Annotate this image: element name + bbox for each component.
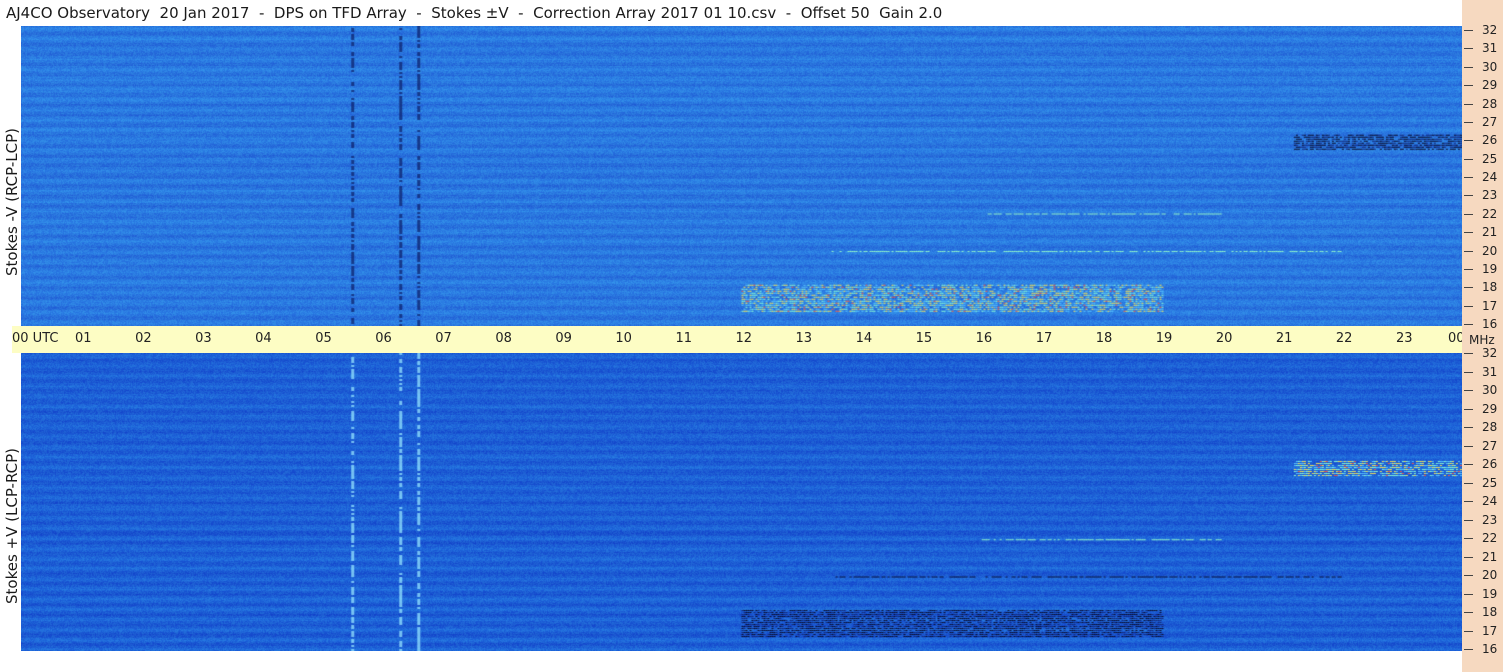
y-tick-label: 23 xyxy=(1482,512,1498,527)
x-tick-label: 04 xyxy=(255,331,272,346)
x-tick-label: 00 UTC xyxy=(12,331,59,346)
y-tick-label: 25 xyxy=(1482,475,1498,490)
y-tick-label: 27 xyxy=(1482,438,1498,453)
y-tick-mark xyxy=(1464,103,1473,105)
y-tick-mark xyxy=(1464,232,1473,234)
frequency-unit-label: MHz xyxy=(1469,333,1495,347)
x-tick-label: 17 xyxy=(1035,331,1053,346)
x-tick-label: 01 xyxy=(75,331,92,346)
y-tick-label: 22 xyxy=(1482,206,1498,221)
y-axis-label-bottom: Stokes +V (LCP-RCP) xyxy=(3,448,21,604)
y-axis-label-top: Stokes -V (RCP-LCP) xyxy=(3,128,21,276)
y-tick-label: 29 xyxy=(1482,78,1498,93)
y-tick-mark xyxy=(1464,445,1473,447)
y-tick-label: 18 xyxy=(1482,605,1498,619)
x-tick-label: 19 xyxy=(1155,331,1173,346)
y-tick-label: 28 xyxy=(1482,420,1498,434)
y-tick-mark xyxy=(1464,427,1473,428)
y-tick-mark xyxy=(1464,593,1473,595)
bottom-margin xyxy=(21,651,1462,672)
y-tick-mark xyxy=(1464,501,1473,502)
y-tick-label: 26 xyxy=(1482,133,1498,148)
chart-title: AJ4CO Observatory 20 Jan 2017 - DPS on T… xyxy=(0,0,1462,26)
x-tick-label: 18 xyxy=(1095,331,1113,346)
y-tick-mark xyxy=(1464,213,1473,215)
y-tick-mark xyxy=(1464,630,1473,632)
y-tick-label: 17 xyxy=(1482,298,1498,313)
y-tick-mark xyxy=(1464,538,1473,539)
y-tick-label: 22 xyxy=(1482,531,1498,545)
y-tick-label: 19 xyxy=(1482,261,1498,276)
y-tick-label: 27 xyxy=(1482,114,1498,129)
x-tick-label: 03 xyxy=(195,331,212,346)
y-tick-mark xyxy=(1464,177,1473,178)
y-tick-mark xyxy=(1464,482,1473,484)
x-tick-label: 05 xyxy=(315,331,332,346)
y-tick-mark xyxy=(1464,390,1473,391)
x-tick-label: 23 xyxy=(1395,331,1413,346)
y-tick-mark xyxy=(1464,612,1473,613)
y-tick-mark xyxy=(1464,324,1473,325)
y-tick-label: 21 xyxy=(1482,225,1498,240)
x-tick-label: 13 xyxy=(795,331,813,346)
y-tick-label: 30 xyxy=(1482,59,1498,74)
y-tick-label: 25 xyxy=(1482,151,1498,166)
y-tick-mark xyxy=(1464,287,1473,289)
y-tick-mark xyxy=(1464,66,1473,68)
x-tick-label: 10 xyxy=(615,331,632,346)
y-tick-mark xyxy=(1464,556,1473,558)
y-tick-label: 16 xyxy=(1482,642,1498,656)
y-tick-mark xyxy=(1464,371,1473,373)
y-tick-label: 31 xyxy=(1482,364,1498,379)
y-tick-mark xyxy=(1464,195,1473,197)
x-tick-label: 11 xyxy=(675,331,692,346)
x-tick-label: 12 xyxy=(735,331,753,346)
y-tick-label: 28 xyxy=(1482,96,1498,111)
x-tick-label: 06 xyxy=(375,331,392,346)
x-tick-label: 02 xyxy=(135,331,152,346)
y-tick-mark xyxy=(1464,30,1473,31)
y-tick-mark xyxy=(1464,121,1473,123)
y-tick-label: 31 xyxy=(1482,41,1498,56)
x-tick-label: 16 xyxy=(975,331,993,346)
y-tick-label: 16 xyxy=(1482,317,1498,331)
y-tick-label: 17 xyxy=(1482,623,1498,638)
y-tick-label: 29 xyxy=(1482,401,1498,416)
x-tick-label: 09 xyxy=(555,331,572,346)
y-tick-label: 20 xyxy=(1482,243,1498,258)
spectrogram-stokes-plus-v xyxy=(21,353,1462,651)
y-tick-label: 30 xyxy=(1482,383,1498,397)
y-tick-mark xyxy=(1464,305,1473,307)
y-tick-label: 32 xyxy=(1482,346,1498,360)
y-tick-mark xyxy=(1464,140,1473,142)
y-tick-mark xyxy=(1464,48,1473,50)
y-tick-mark xyxy=(1464,250,1473,252)
y-tick-label: 23 xyxy=(1482,188,1498,203)
x-tick-label: 14 xyxy=(855,331,873,346)
y-tick-label: 20 xyxy=(1482,568,1498,582)
x-tick-label: 07 xyxy=(435,331,452,346)
spectrogram-stokes-minus-v xyxy=(21,26,1462,326)
y-tick-mark xyxy=(1464,649,1473,650)
x-tick-label: 21 xyxy=(1275,331,1293,346)
y-tick-mark xyxy=(1464,408,1473,410)
y-tick-label: 26 xyxy=(1482,457,1498,471)
x-tick-label: 08 xyxy=(495,331,512,346)
x-tick-label: 15 xyxy=(915,331,933,346)
x-tick-label: 22 xyxy=(1335,331,1353,346)
y-tick-label: 18 xyxy=(1482,280,1498,295)
y-tick-mark xyxy=(1464,464,1473,465)
y-tick-label: 19 xyxy=(1482,586,1498,601)
y-tick-mark xyxy=(1464,268,1473,270)
y-tick-mark xyxy=(1464,353,1473,354)
y-tick-label: 24 xyxy=(1482,494,1498,508)
y-tick-mark xyxy=(1464,575,1473,576)
y-tick-mark xyxy=(1464,519,1473,521)
y-tick-label: 32 xyxy=(1482,23,1498,37)
y-tick-mark xyxy=(1464,158,1473,160)
y-tick-label: 24 xyxy=(1482,170,1498,184)
x-tick-label: 20 xyxy=(1215,331,1233,346)
y-tick-label: 21 xyxy=(1482,549,1498,564)
y-tick-mark xyxy=(1464,85,1473,87)
